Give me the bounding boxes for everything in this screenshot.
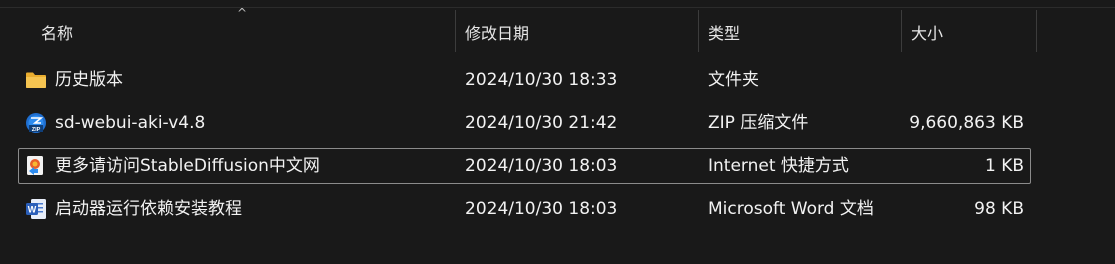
file-name: sd-webui-aki-v4.8	[55, 113, 206, 133]
word-document-icon: W	[26, 199, 46, 219]
file-explorer-details-view: ^ 名称 修改日期 类型 大小 历史版本 2024/10/30 18:33 文件…	[0, 0, 1115, 264]
file-name: 启动器运行依赖安装教程	[55, 199, 242, 219]
svg-text:ZIP: ZIP	[32, 127, 41, 133]
file-row[interactable]: ZIP sd-webui-aki-v4.8 2024/10/30 21:42 Z…	[18, 105, 1031, 141]
file-row[interactable]: 历史版本 2024/10/30 18:33 文件夹	[18, 62, 1031, 98]
toolbar-divider	[0, 0, 1115, 8]
file-type: ZIP 压缩文件	[708, 113, 809, 133]
file-modified: 2024/10/30 18:03	[465, 156, 618, 176]
column-header-name-label: 名称	[41, 24, 74, 43]
file-row[interactable]: W 启动器运行依赖安装教程 2024/10/30 18:03 Microsoft…	[18, 191, 1031, 227]
file-size: 9,660,863 KB	[909, 113, 1024, 133]
column-header-size-label: 大小	[911, 24, 944, 43]
column-header-type[interactable]: 类型	[699, 8, 902, 52]
file-modified: 2024/10/30 21:42	[465, 113, 618, 133]
folder-icon	[26, 72, 46, 88]
internet-shortcut-icon	[27, 156, 43, 175]
column-header-bar: ^ 名称 修改日期 类型 大小	[0, 6, 1115, 52]
svg-text:W: W	[28, 205, 37, 215]
file-type: 文件夹	[708, 70, 759, 90]
sort-ascending-icon: ^	[237, 6, 248, 20]
column-header-name[interactable]: ^ 名称	[0, 6, 456, 52]
file-name: 历史版本	[55, 70, 123, 90]
column-header-type-label: 类型	[708, 24, 741, 43]
column-separator[interactable]	[1036, 10, 1037, 52]
file-row[interactable]: 更多请访问StableDiffusion中文网 2024/10/30 18:03…	[18, 148, 1031, 184]
file-name: 更多请访问StableDiffusion中文网	[55, 156, 320, 176]
column-header-size[interactable]: 大小	[902, 8, 1037, 52]
file-modified: 2024/10/30 18:03	[465, 199, 618, 219]
file-size: 1 KB	[984, 156, 1024, 176]
file-type: Microsoft Word 文档	[708, 199, 874, 219]
file-size: 98 KB	[974, 199, 1024, 219]
column-header-modified[interactable]: 修改日期	[456, 8, 699, 52]
column-header-modified-label: 修改日期	[465, 24, 530, 43]
file-type: Internet 快捷方式	[708, 156, 849, 176]
file-modified: 2024/10/30 18:33	[465, 70, 618, 90]
zip-archive-icon: ZIP	[26, 113, 46, 133]
